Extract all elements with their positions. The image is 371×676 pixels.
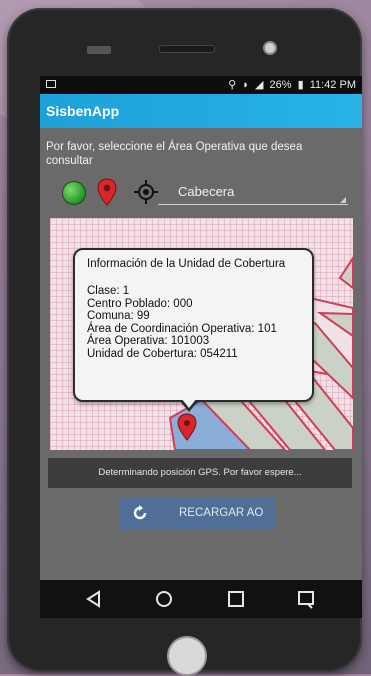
battery-percent: 26% bbox=[269, 79, 292, 91]
phone-screen: ⚲ ◗ ◢ 26% ▮ 11:42 PM SisbenApp Por favor… bbox=[40, 76, 362, 618]
area-select-value: Cabecera bbox=[178, 184, 235, 199]
back-icon[interactable] bbox=[84, 589, 104, 609]
map-view[interactable]: Información de la Unidad de Cobertura Cl… bbox=[50, 218, 353, 450]
popup-line-unidad-cobertura: Unidad de Cobertura: 054211 bbox=[87, 347, 238, 360]
popup-line-area-coordinacion: Área de Coordinación Operativa: 101 bbox=[87, 322, 277, 335]
popup-line-comuna: Comuna: 99 bbox=[87, 310, 150, 322]
green-layer-icon[interactable] bbox=[62, 181, 86, 205]
gps-target-icon[interactable] bbox=[134, 180, 158, 204]
notification-icon bbox=[46, 80, 56, 88]
battery-icon: ▮ bbox=[297, 79, 304, 91]
speaker-grille bbox=[87, 46, 111, 54]
dropdown-caret-icon bbox=[340, 197, 346, 203]
app-bar: SisbenApp bbox=[40, 94, 362, 128]
signal-icon: ◢ bbox=[254, 79, 264, 91]
reload-ao-button[interactable]: RECARGAR AO bbox=[119, 497, 276, 529]
reload-ao-label: RECARGAR AO bbox=[179, 507, 264, 519]
phone-frame: ⚲ ◗ ◢ 26% ▮ 11:42 PM SisbenApp Por favor… bbox=[7, 8, 362, 676]
app-title: SisbenApp bbox=[46, 103, 120, 119]
clock: 11:42 PM bbox=[309, 79, 356, 91]
popup-details: Clase: 1 Centro Poblado: 000 Comuna: 99 … bbox=[87, 285, 277, 360]
home-icon[interactable] bbox=[154, 589, 174, 609]
popup-tail-inner bbox=[181, 398, 197, 408]
status-right-group: ⚲ ◗ ◢ 26% ▮ 11:42 PM bbox=[225, 78, 356, 91]
front-camera bbox=[263, 41, 277, 55]
instruction-text: Por favor, seleccione el Área Operativa … bbox=[46, 141, 303, 167]
earpiece bbox=[159, 45, 215, 53]
location-status-icon: ⚲ bbox=[228, 79, 237, 91]
popup-line-area-operativa: Área Operativa: 101003 bbox=[87, 335, 210, 347]
info-popup: Información de la Unidad de Cobertura Cl… bbox=[73, 248, 314, 412]
popup-title: Información de la Unidad de Cobertura bbox=[87, 258, 286, 270]
refresh-icon bbox=[133, 505, 147, 520]
popup-line-centro-poblado: Centro Poblado: 000 bbox=[87, 297, 193, 310]
status-bar: ⚲ ◗ ◢ 26% ▮ 11:42 PM bbox=[40, 76, 362, 94]
physical-home-button[interactable] bbox=[167, 636, 207, 676]
wifi-icon: ◗ bbox=[242, 79, 249, 91]
menu-icon[interactable] bbox=[296, 589, 316, 609]
location-pin-icon[interactable] bbox=[97, 178, 117, 206]
area-select-dropdown[interactable]: Cabecera bbox=[158, 176, 348, 205]
gps-status-banner: Determinando posición GPS. Por favor esp… bbox=[48, 458, 352, 488]
android-nav-bar bbox=[40, 580, 362, 618]
popup-line-clase: Clase: 1 bbox=[87, 285, 130, 297]
recents-icon[interactable] bbox=[226, 589, 246, 609]
